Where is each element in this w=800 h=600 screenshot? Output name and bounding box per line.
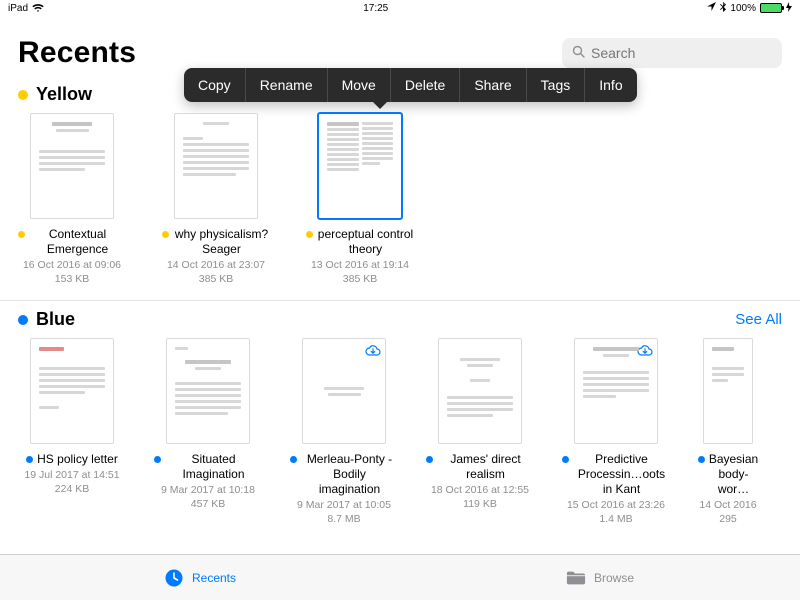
file-size: 153 KB <box>55 273 89 285</box>
search-field[interactable] <box>562 38 782 68</box>
context-popover: Copy Rename Move Delete Share Tags Info <box>184 68 637 102</box>
section-label: Yellow <box>36 84 92 105</box>
file-item[interactable]: Contextual Emergence 16 Oct 2016 at 09:0… <box>18 113 126 286</box>
file-thumbnail[interactable] <box>574 338 658 444</box>
file-date: 18 Oct 2016 at 12:55 <box>431 484 529 496</box>
tab-label: Browse <box>594 571 634 585</box>
file-item[interactable]: Merleau-Ponty - Bodily imagination 9 Mar… <box>290 338 398 526</box>
file-date: 13 Oct 2016 at 19:14 <box>311 259 409 271</box>
popover-move[interactable]: Move <box>328 68 390 102</box>
file-name: perceptual control theory <box>317 227 414 257</box>
file-name: Bayesian body-wor… <box>709 452 758 497</box>
tag-dot-icon <box>26 456 33 463</box>
section-head-blue: Blue See All <box>18 309 782 330</box>
file-thumbnail[interactable] <box>302 338 386 444</box>
file-name: Situated Imagination <box>165 452 262 482</box>
popover-tags[interactable]: Tags <box>527 68 585 102</box>
file-thumbnail[interactable] <box>703 338 753 444</box>
see-all-link[interactable]: See All <box>735 311 782 328</box>
popover-delete[interactable]: Delete <box>391 68 459 102</box>
file-size: 8.7 MB <box>327 513 360 525</box>
file-size: 119 KB <box>463 498 497 510</box>
file-name: Predictive Processin…oots in Kant <box>573 452 670 497</box>
section-row-yellow: Contextual Emergence 16 Oct 2016 at 09:0… <box>18 113 782 286</box>
popover-info[interactable]: Info <box>585 68 636 102</box>
tab-label: Recents <box>192 571 236 585</box>
tag-dot-icon <box>426 456 433 463</box>
tag-dot-icon <box>154 456 161 463</box>
file-name: why physicalism? Seager <box>173 227 270 257</box>
tag-dot-icon <box>306 231 313 238</box>
file-date: 9 Mar 2017 at 10:18 <box>161 484 255 496</box>
file-thumbnail[interactable] <box>30 338 114 444</box>
file-date: 14 Oct 2016 at 23:07 <box>167 259 265 271</box>
file-thumbnail[interactable] <box>318 113 402 219</box>
file-name: James' direct realism <box>437 452 534 482</box>
file-size: 457 KB <box>191 498 225 510</box>
clock-icon <box>164 568 184 588</box>
battery-icon <box>760 3 782 13</box>
file-thumbnail[interactable] <box>166 338 250 444</box>
charging-icon <box>786 2 792 15</box>
file-thumbnail[interactable] <box>174 113 258 219</box>
folder-icon <box>566 568 586 588</box>
file-thumbnail[interactable] <box>30 113 114 219</box>
search-input[interactable] <box>591 45 772 61</box>
tab-browse[interactable]: Browse <box>400 555 800 600</box>
tag-dot-yellow <box>18 90 28 100</box>
file-item[interactable]: perceptual control theory 13 Oct 2016 at… <box>306 113 414 286</box>
file-name: HS policy letter <box>37 452 118 467</box>
popover-share[interactable]: Share <box>460 68 525 102</box>
file-item[interactable]: Bayesian body-wor… 14 Oct 2016 295 <box>698 338 758 526</box>
wifi-icon <box>32 3 44 13</box>
tag-dot-blue <box>18 315 28 325</box>
file-thumbnail[interactable] <box>438 338 522 444</box>
file-size: 224 KB <box>55 483 89 495</box>
file-size: 385 KB <box>343 273 377 285</box>
file-size: 295 <box>719 513 737 525</box>
section-label: Blue <box>36 309 75 330</box>
file-item[interactable]: James' direct realism 18 Oct 2016 at 12:… <box>426 338 534 526</box>
file-date: 9 Mar 2017 at 10:05 <box>297 499 391 511</box>
tag-dot-icon <box>162 231 169 238</box>
battery-pct: 100% <box>730 3 756 14</box>
file-date: 16 Oct 2016 at 09:06 <box>23 259 121 271</box>
tag-dot-icon <box>562 456 569 463</box>
clock: 17:25 <box>363 3 388 14</box>
tab-bar: Recents Browse <box>0 554 800 600</box>
tab-recents[interactable]: Recents <box>0 555 400 600</box>
file-date: 15 Oct 2016 at 23:26 <box>567 499 665 511</box>
file-size: 385 KB <box>199 273 233 285</box>
status-bar: iPad 17:25 100% <box>0 0 800 16</box>
tag-dot-icon <box>290 456 297 463</box>
page-title: Recents <box>18 36 136 70</box>
file-name: Merleau-Ponty - Bodily imagination <box>301 452 398 497</box>
file-item[interactable]: why physicalism? Seager 14 Oct 2016 at 2… <box>162 113 270 286</box>
device-label: iPad <box>8 3 28 14</box>
tag-dot-icon <box>698 456 705 463</box>
popover-rename[interactable]: Rename <box>246 68 327 102</box>
tag-dot-icon <box>18 231 25 238</box>
file-item[interactable]: Situated Imagination 9 Mar 2017 at 10:18… <box>154 338 262 526</box>
file-date: 14 Oct 2016 <box>699 499 756 511</box>
file-date: 19 Jul 2017 at 14:51 <box>24 469 119 481</box>
location-icon <box>707 2 716 14</box>
bluetooth-icon <box>720 2 726 15</box>
popover-copy[interactable]: Copy <box>184 68 245 102</box>
section-row-blue: HS policy letter 19 Jul 2017 at 14:51 224… <box>18 338 782 526</box>
file-size: 1.4 MB <box>599 513 632 525</box>
file-name: Contextual Emergence <box>29 227 126 257</box>
search-icon <box>572 45 585 61</box>
file-item[interactable]: HS policy letter 19 Jul 2017 at 14:51 224… <box>18 338 126 526</box>
file-item[interactable]: Predictive Processin…oots in Kant 15 Oct… <box>562 338 670 526</box>
